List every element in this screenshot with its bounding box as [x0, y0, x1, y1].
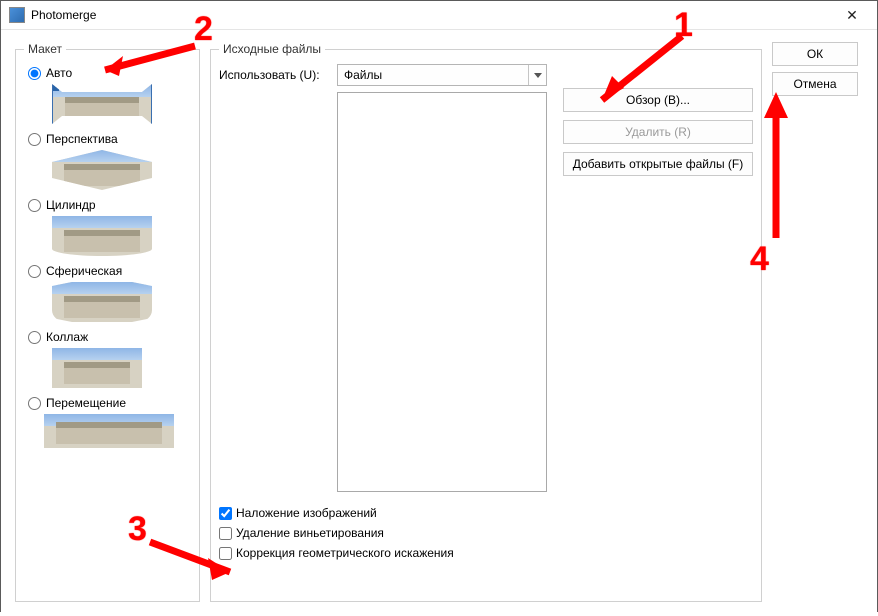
radio-cylinder-label: Цилиндр — [46, 198, 96, 212]
radio-auto[interactable] — [28, 67, 41, 80]
source-checks: Наложение изображений Удаление виньетиро… — [219, 506, 753, 560]
check-vignette-row[interactable]: Удаление виньетирования — [219, 526, 753, 540]
add-open-files-button[interactable]: Добавить открытые файлы (F) — [563, 152, 753, 176]
close-button[interactable]: ✕ — [829, 1, 875, 29]
ok-button[interactable]: ОК — [772, 42, 858, 66]
radio-perspective[interactable] — [28, 133, 41, 146]
radio-spherical-label: Сферическая — [46, 264, 122, 278]
check-geom[interactable] — [219, 547, 232, 560]
layout-group-label: Макет — [24, 42, 66, 56]
check-blend-row[interactable]: Наложение изображений — [219, 506, 753, 520]
thumb-perspective — [52, 150, 152, 190]
close-icon: ✕ — [846, 7, 858, 24]
check-blend[interactable] — [219, 507, 232, 520]
radio-reposition[interactable] — [28, 397, 41, 410]
radio-perspective-label: Перспектива — [46, 132, 118, 146]
layout-option-cylinder[interactable]: Цилиндр — [28, 198, 191, 212]
use-combo[interactable]: Файлы — [337, 64, 547, 86]
layout-option-spherical[interactable]: Сферическая — [28, 264, 191, 278]
source-files-group: Исходные файлы Использовать (U): Файлы О… — [210, 42, 762, 602]
thumb-collage — [52, 348, 142, 388]
check-vignette[interactable] — [219, 527, 232, 540]
client-area: Макет Авто Перспектива Цилиндр Сферическ… — [1, 30, 877, 616]
check-geom-label: Коррекция геометрического искажения — [236, 546, 454, 560]
layout-option-auto[interactable]: Авто — [28, 66, 191, 80]
layout-option-perspective[interactable]: Перспектива — [28, 132, 191, 146]
check-geom-row[interactable]: Коррекция геометрического искажения — [219, 546, 753, 560]
use-combo-value: Файлы — [338, 68, 528, 82]
use-label: Использовать (U): — [219, 64, 329, 82]
radio-cylinder[interactable] — [28, 199, 41, 212]
source-group-label: Исходные файлы — [219, 42, 325, 56]
file-buttons: Обзор (B)... Удалить (R) Добавить открыт… — [563, 88, 753, 176]
thumb-cylinder — [52, 216, 152, 256]
layout-group: Макет Авто Перспектива Цилиндр Сферическ… — [15, 42, 200, 602]
window-title: Photomerge — [31, 8, 829, 22]
thumb-reposition — [44, 414, 174, 448]
remove-button[interactable]: Удалить (R) — [563, 120, 753, 144]
radio-collage-label: Коллаж — [46, 330, 88, 344]
browse-button[interactable]: Обзор (B)... — [563, 88, 753, 112]
radio-spherical[interactable] — [28, 265, 41, 278]
dialog-buttons: ОК Отмена — [772, 42, 858, 602]
app-icon — [9, 7, 25, 23]
thumb-spherical — [52, 282, 152, 322]
layout-option-reposition[interactable]: Перемещение — [28, 396, 191, 410]
file-list[interactable] — [337, 92, 547, 492]
check-vignette-label: Удаление виньетирования — [236, 526, 384, 540]
cancel-button[interactable]: Отмена — [772, 72, 858, 96]
chevron-down-icon — [528, 65, 546, 85]
radio-auto-label: Авто — [46, 66, 72, 80]
layout-option-collage[interactable]: Коллаж — [28, 330, 191, 344]
radio-collage[interactable] — [28, 331, 41, 344]
title-bar: Photomerge ✕ — [1, 1, 877, 30]
photomerge-window: Photomerge ✕ Макет Авто Перспектива Цили… — [0, 0, 878, 612]
thumb-auto — [52, 84, 152, 124]
check-blend-label: Наложение изображений — [236, 506, 377, 520]
source-top-row: Использовать (U): Файлы Обзор (B)... Уда… — [219, 64, 753, 492]
radio-reposition-label: Перемещение — [46, 396, 126, 410]
